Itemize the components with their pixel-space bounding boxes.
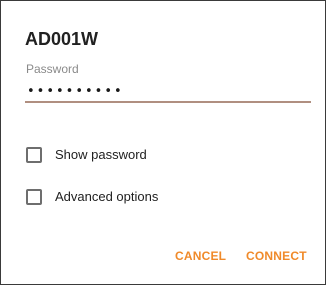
advanced-options-checkbox[interactable] xyxy=(26,189,42,205)
wifi-connect-dialog: AD001W Password Show password Advanced o… xyxy=(0,0,326,285)
show-password-label: Show password xyxy=(55,147,147,162)
advanced-options-option[interactable]: Advanced options xyxy=(26,187,158,207)
cancel-button[interactable]: CANCEL xyxy=(175,249,226,263)
show-password-option[interactable]: Show password xyxy=(26,145,147,165)
dialog-title: AD001W xyxy=(25,29,99,49)
connect-button[interactable]: CONNECT xyxy=(246,249,307,263)
password-label: Password xyxy=(26,62,79,76)
password-input[interactable] xyxy=(25,81,311,103)
advanced-options-label: Advanced options xyxy=(55,189,159,204)
show-password-checkbox[interactable] xyxy=(26,147,42,163)
